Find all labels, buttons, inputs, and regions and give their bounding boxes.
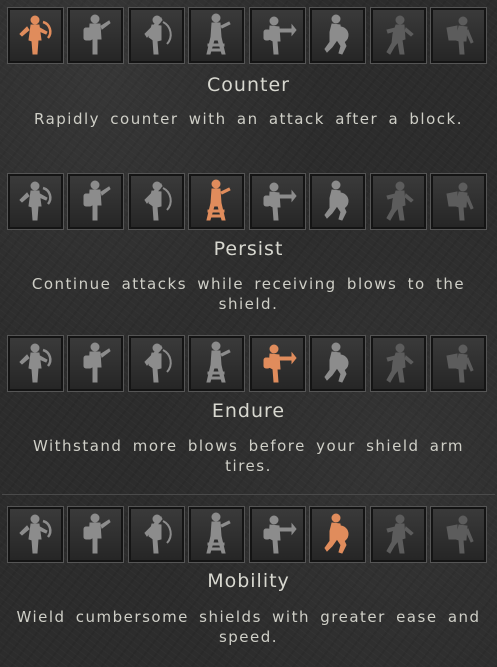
skill-slot-blow[interactable] <box>249 506 306 563</box>
skill-slot-ladder[interactable] <box>188 173 245 230</box>
ladder-icon <box>206 13 231 55</box>
skill-description: Wield cumbersome shields with greater ea… <box>16 608 481 646</box>
skill-description: Withstand more blows before your shield … <box>32 437 464 475</box>
endure-icon <box>144 15 172 55</box>
skill-slot-retreat[interactable] <box>370 173 427 230</box>
trip-icon <box>446 515 474 554</box>
skill-slot-persist[interactable] <box>67 173 124 230</box>
blow-icon <box>263 182 297 221</box>
blow-icon <box>263 515 297 554</box>
skill-slot-blow[interactable] <box>249 173 306 230</box>
skill-slot-retreat[interactable] <box>370 506 427 563</box>
skill-slot-trip[interactable] <box>430 173 487 230</box>
skill-slot-counter[interactable] <box>7 7 64 64</box>
counter-icon <box>19 181 52 221</box>
blow-icon <box>263 344 297 383</box>
skill-slot-mobility[interactable] <box>309 335 366 392</box>
mobility-icon <box>324 14 349 55</box>
skill-slot-endure[interactable] <box>128 335 185 392</box>
skill-description: Rapidly counter with an attack after a b… <box>34 110 463 128</box>
blow-icon <box>263 16 297 55</box>
endure-icon <box>144 343 172 383</box>
skill-slot-blow[interactable] <box>249 7 306 64</box>
retreat-icon <box>386 15 414 55</box>
counter-icon <box>19 514 52 554</box>
skill-slot-trip[interactable] <box>430 506 487 563</box>
ladder-icon <box>206 341 231 383</box>
skill-description: Continue attacks while receiving blows t… <box>31 275 466 313</box>
skill-slot-blow[interactable] <box>249 335 306 392</box>
persist-icon <box>83 342 111 383</box>
skill-slot-persist[interactable] <box>67 335 124 392</box>
skill-slot-counter[interactable] <box>7 173 64 230</box>
persist-icon <box>83 513 111 554</box>
skill-title: Mobility <box>207 570 290 592</box>
skill-icon-row <box>7 506 492 567</box>
skill-slot-retreat[interactable] <box>370 335 427 392</box>
skill-slot-trip[interactable] <box>430 7 487 64</box>
skill-slot-retreat[interactable] <box>370 7 427 64</box>
counter-icon <box>19 343 52 383</box>
skill-icon-row <box>7 7 492 68</box>
skill-slot-counter[interactable] <box>7 506 64 563</box>
skill-icon-row <box>7 173 492 234</box>
ladder-icon <box>206 179 231 221</box>
skill-slot-endure[interactable] <box>128 173 185 230</box>
retreat-icon <box>386 514 414 554</box>
skill-slot-endure[interactable] <box>128 7 185 64</box>
trip-icon <box>446 344 474 383</box>
skill-slot-ladder[interactable] <box>188 7 245 64</box>
skill-slot-ladder[interactable] <box>188 506 245 563</box>
trip-icon <box>446 182 474 221</box>
skill-slot-persist[interactable] <box>67 506 124 563</box>
ladder-icon <box>206 512 231 554</box>
skill-slot-counter[interactable] <box>7 335 64 392</box>
skill-title: Counter <box>207 74 290 96</box>
endure-icon <box>144 181 172 221</box>
retreat-icon <box>386 343 414 383</box>
trip-icon <box>446 16 474 55</box>
skill-slot-trip[interactable] <box>430 335 487 392</box>
mobility-icon <box>324 180 349 221</box>
skill-title: Persist <box>213 238 284 260</box>
retreat-icon <box>386 181 414 221</box>
skill-slot-persist[interactable] <box>67 7 124 64</box>
counter-icon <box>19 15 52 55</box>
mobility-icon <box>324 513 349 554</box>
skill-title: Endure <box>211 400 286 422</box>
mobility-icon <box>324 342 349 383</box>
skill-slot-endure[interactable] <box>128 506 185 563</box>
skill-slot-ladder[interactable] <box>188 335 245 392</box>
endure-icon <box>144 514 172 554</box>
persist-icon <box>83 180 111 221</box>
skill-slot-mobility[interactable] <box>309 506 366 563</box>
skill-icon-row <box>7 335 492 396</box>
persist-icon <box>83 14 111 55</box>
skill-slot-mobility[interactable] <box>309 173 366 230</box>
skill-slot-mobility[interactable] <box>309 7 366 64</box>
